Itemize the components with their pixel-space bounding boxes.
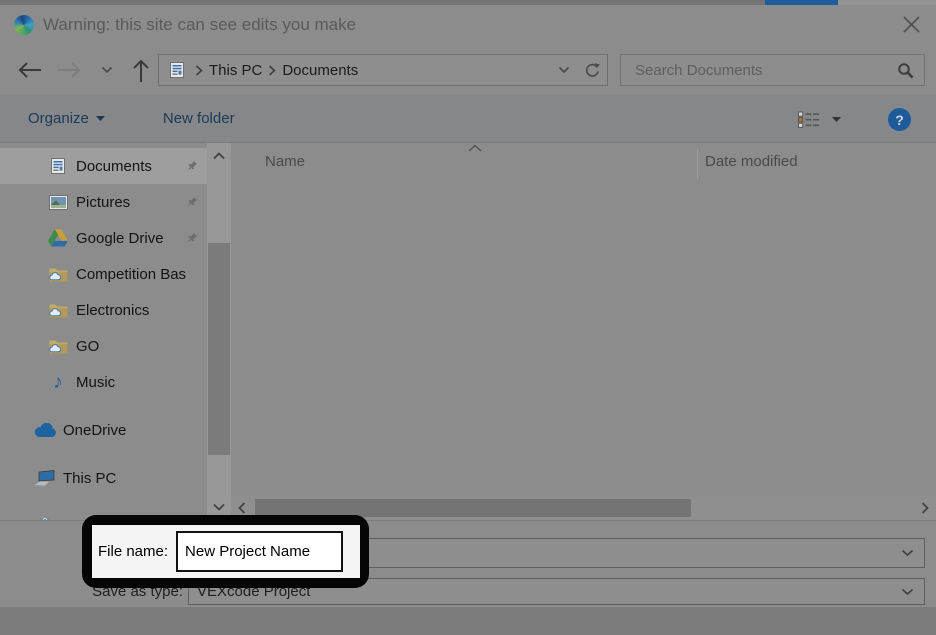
sidebar-item-competition-bas[interactable]: Competition Bas xyxy=(0,256,207,292)
views-button[interactable] xyxy=(798,111,820,128)
onedrive-icon xyxy=(33,423,57,438)
back-button[interactable] xyxy=(14,45,44,95)
chevron-up-icon xyxy=(212,152,226,160)
sidebar-item-label: Pictures xyxy=(76,194,130,211)
cloud-folder-icon xyxy=(46,302,70,318)
sidebar-item-documents[interactable]: Documents xyxy=(0,148,207,184)
chevron-down-icon xyxy=(558,66,570,74)
sidebar-item-go[interactable]: GO xyxy=(0,328,207,364)
this-pc-icon xyxy=(33,469,57,487)
caret-down-icon xyxy=(96,116,105,121)
dialog-bottom-edge xyxy=(0,607,936,635)
sidebar-item-label: Google Drive xyxy=(76,230,164,247)
sidebar-item-pictures[interactable]: Pictures xyxy=(0,184,207,220)
breadcrumb-separator-icon xyxy=(195,65,203,76)
views-dropdown-button[interactable] xyxy=(832,117,841,122)
sidebar-item-label: Documents xyxy=(76,158,152,175)
list-view-icon xyxy=(798,111,820,128)
chevron-down-icon xyxy=(101,66,113,74)
column-header-name[interactable]: Name xyxy=(265,153,305,170)
breadcrumb-separator-icon xyxy=(268,65,276,76)
breadcrumb-this-pc[interactable]: This PC xyxy=(203,62,268,79)
recent-locations-button[interactable] xyxy=(97,45,117,95)
combobox-dropdown-button[interactable] xyxy=(901,549,914,557)
sidebar-item-label: Competition Bas xyxy=(76,266,186,283)
sidebar-item-music[interactable]: ♪ Music xyxy=(0,364,207,400)
pin-icon xyxy=(185,232,198,245)
edge-browser-icon xyxy=(14,15,34,35)
document-icon xyxy=(46,157,70,175)
sidebar-item-label: Electronics xyxy=(76,302,149,319)
up-button[interactable] xyxy=(126,45,156,95)
refresh-button[interactable] xyxy=(578,54,608,86)
sidebar-item-label: This PC xyxy=(63,470,116,487)
forward-arrow-icon xyxy=(57,61,83,79)
music-icon: ♪ xyxy=(46,372,70,392)
column-divider[interactable] xyxy=(697,149,698,179)
navigation-pane: Documents Pictures Google Drive Competition… xyxy=(0,143,207,520)
command-toolbar: Organize New folder xyxy=(0,95,936,143)
sidebar-item-google-drive[interactable]: Google Drive xyxy=(0,220,207,256)
scroll-down-button[interactable] xyxy=(207,498,231,516)
folder-location-icon xyxy=(165,61,189,79)
scroll-up-button[interactable] xyxy=(207,147,231,165)
sidebar-item-label: Music xyxy=(76,374,115,391)
file-name-input[interactable] xyxy=(176,531,343,572)
title-bar: Warning: this site can see edits you mak… xyxy=(0,5,936,45)
help-button[interactable]: ? xyxy=(888,108,911,131)
address-bar[interactable]: This PC Documents xyxy=(158,54,579,86)
address-dropdown-button[interactable] xyxy=(558,66,570,74)
sidebar-item-onedrive[interactable]: OneDrive xyxy=(0,412,207,448)
chevron-right-icon xyxy=(921,501,929,515)
file-name-label: File name: xyxy=(98,543,168,560)
cloud-folder-icon xyxy=(46,266,70,282)
search-icon xyxy=(897,62,914,79)
column-header-date-modified[interactable]: Date modified xyxy=(705,153,798,170)
pin-icon xyxy=(185,160,198,173)
picture-icon xyxy=(46,195,70,210)
chevron-left-icon xyxy=(238,501,246,515)
cloud-folder-icon xyxy=(46,338,70,354)
tutorial-highlight-box: File name: xyxy=(82,515,369,588)
sidebar-item-this-pc[interactable]: This PC xyxy=(0,460,207,496)
refresh-icon xyxy=(584,62,601,79)
organize-button[interactable]: Organize xyxy=(28,110,105,127)
combobox-dropdown-button[interactable] xyxy=(901,588,914,596)
scroll-right-button[interactable] xyxy=(916,496,934,520)
caret-down-icon xyxy=(832,117,841,122)
close-button[interactable] xyxy=(899,12,923,36)
chevron-down-icon xyxy=(212,503,226,511)
search-box xyxy=(620,54,925,86)
pin-icon xyxy=(185,196,198,209)
file-list-panel: Name Date modified xyxy=(231,143,936,520)
sidebar-item-label: GO xyxy=(76,338,99,355)
sort-ascending-icon xyxy=(467,144,483,152)
forward-button[interactable] xyxy=(55,45,85,95)
dialog-title: Warning: this site can see edits you mak… xyxy=(43,15,356,35)
search-input[interactable] xyxy=(633,61,897,80)
help-question-icon: ? xyxy=(895,112,904,128)
up-arrow-icon xyxy=(132,57,150,83)
close-icon xyxy=(902,15,921,34)
file-name-field-group: File name: xyxy=(92,525,360,578)
vertical-scrollbar[interactable] xyxy=(207,143,231,520)
vertical-scrollbar-thumb[interactable] xyxy=(208,243,230,455)
breadcrumb-documents[interactable]: Documents xyxy=(276,62,364,79)
save-as-dialog: Warning: this site can see edits you mak… xyxy=(0,0,936,635)
sidebar-item-label: OneDrive xyxy=(63,422,126,439)
chevron-down-icon xyxy=(901,549,914,557)
back-arrow-icon xyxy=(16,61,42,79)
google-drive-icon xyxy=(46,229,70,247)
sidebar-item-electronics[interactable]: Electronics xyxy=(0,292,207,328)
chevron-down-icon xyxy=(901,588,914,596)
new-folder-button[interactable]: New folder xyxy=(163,110,235,127)
